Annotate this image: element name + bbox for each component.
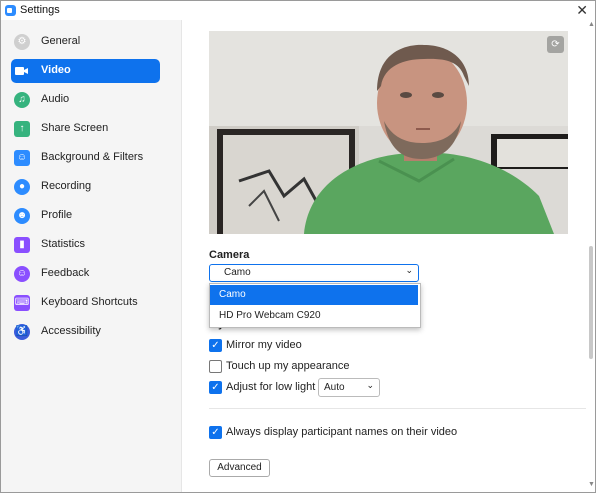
sidebar-item-video[interactable]: Video — [11, 59, 160, 83]
camera-option-c920[interactable]: HD Pro Webcam C920 — [210, 306, 418, 326]
low-light-label: Adjust for low light — [226, 381, 316, 393]
low-light-mode-value: Auto — [324, 382, 345, 393]
camera-option-camo[interactable]: Camo — [210, 285, 418, 305]
camera-dropdown-menu: Camo HD Pro Webcam C920 — [209, 283, 421, 328]
sidebar-item-label: Audio — [41, 93, 70, 105]
camera-preview-image — [209, 31, 568, 234]
checkbox-checked-icon: ✓ — [209, 339, 222, 352]
camera-select[interactable]: Camo ⌄ — [209, 264, 419, 282]
rotate-camera-icon[interactable]: ⟳ — [547, 36, 564, 53]
chevron-down-icon: ⌄ — [366, 380, 374, 390]
sidebar-item-label: Video — [41, 64, 71, 76]
video-settings-panel: ⟳ Camera Camo ⌄ My Video Camo HD Pro Web… — [182, 20, 595, 492]
sidebar-item-feedback[interactable]: ☺ Feedback — [11, 262, 160, 286]
scroll-down-icon[interactable]: ▼ — [588, 481, 595, 488]
close-icon[interactable]: ✕ — [576, 1, 588, 20]
sidebar-item-statistics[interactable]: ▮ Statistics — [11, 233, 160, 257]
sidebar-item-label: Feedback — [41, 267, 90, 279]
sidebar: ⚙ General Video ♫ Audio ↑ Share Screen ☺… — [1, 20, 182, 492]
camera-option-label: HD Pro Webcam C920 — [219, 310, 321, 321]
checkbox-unchecked-icon — [209, 360, 222, 373]
sidebar-item-label: Background & Filters — [41, 151, 144, 163]
sidebar-item-keyboard-shortcuts[interactable]: ⌨ Keyboard Shortcuts — [11, 291, 160, 315]
zoom-app-icon — [5, 5, 16, 16]
sidebar-item-label: Recording — [41, 180, 92, 192]
checkbox-checked-icon: ✓ — [209, 381, 222, 394]
display-names-label: Always display participant names on thei… — [226, 426, 458, 438]
touch-up-label: Touch up my appearance — [226, 360, 350, 372]
headphones-icon: ♫ — [14, 92, 30, 108]
sidebar-item-general[interactable]: ⚙ General — [11, 30, 160, 54]
sidebar-item-label: Accessibility — [41, 325, 101, 337]
stats-icon: ▮ — [14, 237, 30, 253]
sidebar-item-background-filters[interactable]: ☺ Background & Filters — [11, 146, 160, 170]
advanced-button[interactable]: Advanced — [209, 459, 270, 477]
sidebar-item-audio[interactable]: ♫ Audio — [11, 88, 160, 112]
sidebar-item-recording[interactable]: ● Recording — [11, 175, 160, 199]
camera-preview: ⟳ — [209, 31, 568, 234]
video-camera-icon — [14, 63, 30, 79]
gear-icon: ⚙ — [14, 34, 30, 50]
sidebar-item-accessibility[interactable]: ♿ Accessibility — [11, 320, 160, 344]
profile-icon: ☻ — [14, 208, 30, 224]
camera-select-value: Camo — [224, 267, 251, 278]
chevron-down-icon: ⌄ — [405, 265, 413, 275]
camera-option-label: Camo — [219, 289, 246, 300]
sidebar-item-label: Statistics — [41, 238, 86, 250]
window-title: Settings — [20, 4, 60, 16]
title-bar: Settings ✕ — [1, 1, 595, 20]
share-screen-icon: ↑ — [14, 121, 30, 137]
sidebar-item-label: Keyboard Shortcuts — [41, 296, 138, 308]
settings-window: Settings ✕ ⚙ General Video ♫ Audio ↑ Sha… — [0, 0, 596, 493]
checkbox-checked-icon: ✓ — [209, 426, 222, 439]
scroll-up-icon[interactable]: ▲ — [588, 21, 595, 28]
person-icon: ☺ — [14, 150, 30, 166]
record-icon: ● — [14, 179, 30, 195]
sidebar-item-label: General — [41, 35, 81, 47]
accessibility-icon: ♿ — [14, 324, 30, 340]
camera-label: Camera — [209, 249, 250, 261]
keyboard-icon: ⌨ — [14, 295, 30, 311]
mirror-video-label: Mirror my video — [226, 339, 302, 351]
smile-icon: ☺ — [14, 266, 30, 282]
section-divider — [209, 408, 586, 409]
sidebar-item-profile[interactable]: ☻ Profile — [11, 204, 160, 228]
scrollbar-thumb[interactable] — [589, 246, 593, 359]
sidebar-item-label: Share Screen — [41, 122, 109, 134]
sidebar-item-share-screen[interactable]: ↑ Share Screen — [11, 117, 160, 141]
low-light-mode-select[interactable]: Auto ⌄ — [318, 378, 380, 397]
sidebar-item-label: Profile — [41, 209, 73, 221]
